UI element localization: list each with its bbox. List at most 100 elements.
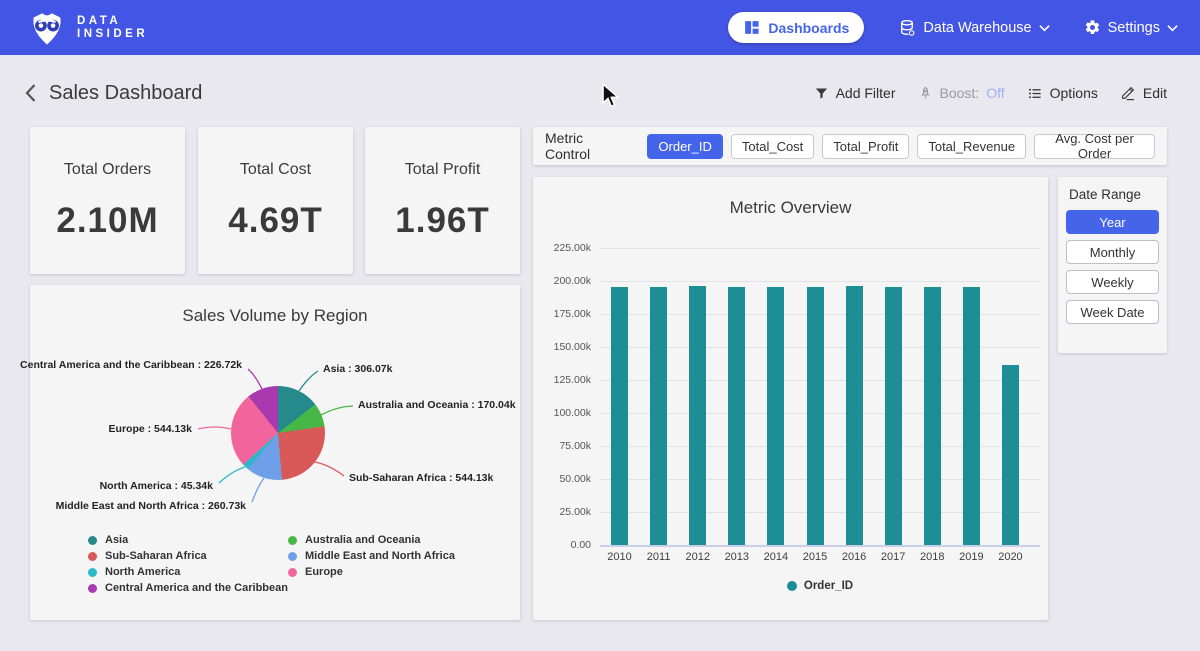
- y-axis-tick: 225.00k: [533, 242, 591, 254]
- brand-line2: INSIDER: [77, 28, 148, 41]
- boost-toggle[interactable]: Boost: Off: [918, 85, 1005, 101]
- bar-2017[interactable]: [885, 287, 902, 545]
- pie-chart[interactable]: [231, 386, 325, 480]
- pie-legend-middle-east-and-north-africa[interactable]: Middle East and North Africa: [288, 550, 455, 562]
- bar-2011[interactable]: [650, 287, 667, 545]
- back-chevron-icon: [24, 83, 37, 103]
- bar-2015[interactable]: [807, 287, 824, 545]
- edit-pencil-icon: [1120, 85, 1136, 101]
- pie-legend-australia-and-oceania[interactable]: Australia and Oceania: [288, 534, 421, 546]
- legend-dot: [88, 536, 97, 545]
- data-warehouse-menu[interactable]: Data Warehouse: [898, 19, 1049, 37]
- brand[interactable]: DATA INSIDER: [28, 9, 148, 47]
- pie-legend-central-america-and-the-caribbean[interactable]: Central America and the Caribbean: [88, 582, 288, 594]
- kpi-value: 4.69T: [228, 201, 323, 241]
- x-axis-tick: 2010: [600, 551, 639, 563]
- date-range-option-monthly[interactable]: Monthly: [1066, 240, 1159, 264]
- bar-2016[interactable]: [846, 286, 863, 545]
- legend-label: Sub-Saharan Africa: [105, 550, 207, 562]
- bar-2013[interactable]: [728, 287, 745, 545]
- gear-icon: [1084, 19, 1101, 36]
- legend-label: Central America and the Caribbean: [105, 582, 288, 594]
- legend-dot: [288, 568, 297, 577]
- legend-dot: [787, 581, 797, 591]
- pie-legend-north-america[interactable]: North America: [88, 566, 180, 578]
- options-list-icon: [1027, 86, 1043, 101]
- kpi-value: 2.10M: [56, 201, 158, 241]
- x-axis-tick: 2016: [835, 551, 874, 563]
- filter-funnel-icon: [814, 86, 829, 101]
- pie-legend-europe[interactable]: Europe: [288, 566, 343, 578]
- pie-callout-middle-east-and-north-africa: Middle East and North Africa : 260.73k: [56, 500, 246, 512]
- legend-label: Middle East and North Africa: [305, 550, 455, 562]
- pie-callout-asia: Asia : 306.07k: [323, 363, 392, 375]
- kpi-card-total-profit: Total Profit 1.96T: [365, 127, 520, 274]
- kpi-label: Total Profit: [405, 161, 481, 179]
- y-axis-tick: 100.00k: [533, 407, 591, 419]
- bar-2020[interactable]: [1002, 365, 1019, 545]
- pie-legend-sub-saharan-africa[interactable]: Sub-Saharan Africa: [88, 550, 207, 562]
- bar-2010[interactable]: [611, 287, 628, 545]
- pie-legend-asia[interactable]: Asia: [88, 534, 128, 546]
- date-range-option-weekly[interactable]: Weekly: [1066, 270, 1159, 294]
- x-axis-tick: 2018: [913, 551, 952, 563]
- x-axis-tick: 2011: [639, 551, 678, 563]
- x-axis-tick: 2014: [756, 551, 795, 563]
- y-axis-tick: 50.00k: [533, 473, 591, 485]
- settings-label: Settings: [1108, 20, 1160, 36]
- y-axis-tick: 75.00k: [533, 440, 591, 452]
- bar-2019[interactable]: [963, 287, 980, 545]
- bar-chart-legend[interactable]: Order_ID: [600, 580, 1040, 592]
- metric-option-total-profit[interactable]: Total_Profit: [822, 134, 909, 159]
- pie-chart-title: Sales Volume by Region: [30, 306, 520, 326]
- add-filter-button[interactable]: Add Filter: [814, 85, 896, 101]
- metric-option-total-cost[interactable]: Total_Cost: [731, 134, 814, 159]
- add-filter-label: Add Filter: [836, 85, 896, 101]
- y-axis-tick: 150.00k: [533, 341, 591, 353]
- brand-line1: DATA: [77, 15, 148, 28]
- legend-dot: [88, 552, 97, 561]
- bar-2012[interactable]: [689, 286, 706, 545]
- kpi-value: 1.96T: [395, 201, 490, 241]
- settings-menu[interactable]: Settings: [1084, 19, 1178, 36]
- dashboard-icon: [743, 19, 760, 36]
- options-button[interactable]: Options: [1027, 85, 1098, 101]
- date-range-option-week-date[interactable]: Week Date: [1066, 300, 1159, 324]
- date-range-option-year[interactable]: Year: [1066, 210, 1159, 234]
- pie-callout-australia-and-oceania: Australia and Oceania : 170.04k: [358, 399, 516, 411]
- gridline: [600, 281, 1040, 282]
- x-axis-tick: 2020: [991, 551, 1030, 563]
- gridline: [600, 248, 1040, 249]
- dashboard-toolbar: Sales Dashboard Add Filter Boost: Off: [0, 72, 1200, 114]
- data-warehouse-label: Data Warehouse: [923, 20, 1031, 36]
- metric-control-label: Metric Control: [545, 130, 629, 162]
- edit-button[interactable]: Edit: [1120, 85, 1167, 101]
- metric-option-avg-cost-per-order[interactable]: Avg. Cost per Order: [1034, 134, 1155, 159]
- legend-dot: [88, 584, 97, 593]
- legend-label: Australia and Oceania: [305, 534, 421, 546]
- page-title: Sales Dashboard: [49, 82, 202, 105]
- x-axis-tick: 2019: [952, 551, 991, 563]
- y-axis-tick: 25.00k: [533, 506, 591, 518]
- sales-by-region-chart: Sales Volume by Region Asia : 306.07k Aus…: [30, 285, 520, 620]
- legend-dot: [288, 536, 297, 545]
- dashboards-button[interactable]: Dashboards: [728, 12, 864, 43]
- metric-option-order-id[interactable]: Order_ID: [647, 134, 722, 159]
- x-axis-tick: 2017: [874, 551, 913, 563]
- x-axis-tick: 2012: [678, 551, 717, 563]
- top-navbar: DATA INSIDER Dashboards: [0, 0, 1200, 55]
- back-button[interactable]: [24, 83, 37, 103]
- bar-2018[interactable]: [924, 287, 941, 545]
- bar-2014[interactable]: [767, 287, 784, 545]
- kpi-label: Total Orders: [64, 161, 151, 179]
- y-axis-tick: 125.00k: [533, 374, 591, 386]
- legend-label: North America: [105, 566, 180, 578]
- pie-callout-north-america: North America : 45.34k: [100, 480, 213, 492]
- y-axis-tick: 200.00k: [533, 275, 591, 287]
- metric-option-total-revenue[interactable]: Total_Revenue: [917, 134, 1026, 159]
- pie-callout-europe: Europe : 544.13k: [109, 423, 192, 435]
- legend-label: Europe: [305, 566, 343, 578]
- gridline: [600, 545, 1040, 547]
- dashboards-label: Dashboards: [768, 20, 849, 36]
- metric-control-bar: Metric Control Order_ID Total_Cost Total_P…: [533, 127, 1167, 165]
